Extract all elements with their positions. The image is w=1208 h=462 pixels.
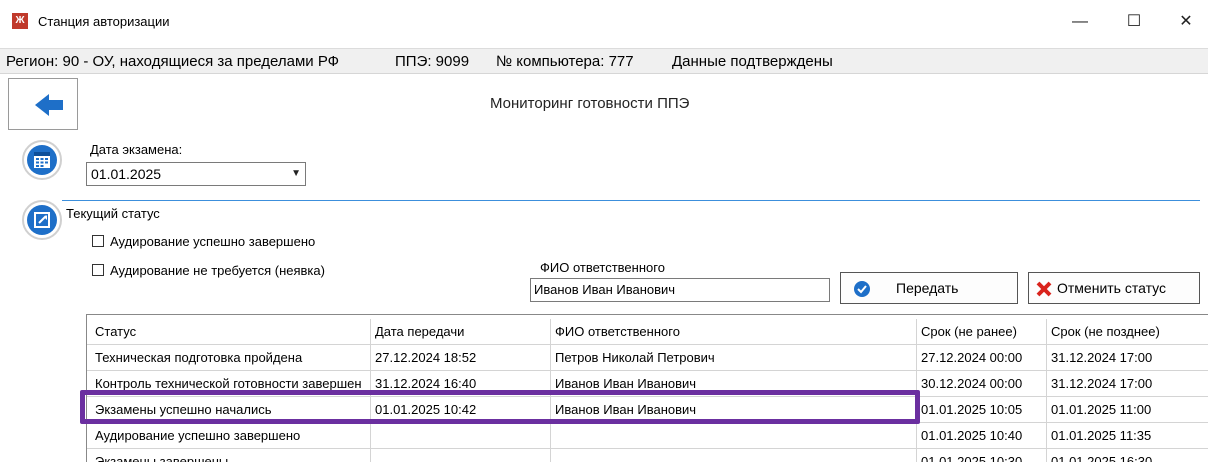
status-transfer-icon [22,200,62,240]
chevron-down-icon[interactable]: ▼ [291,163,301,185]
column-header-not-earlier[interactable]: Срок (не ранее) [917,319,1047,345]
cancel-status-button-label: Отменить статус [1057,280,1167,296]
status-table: Статус Дата передачи ФИО ответственного … [86,314,1208,462]
row-highlight-frame [80,390,920,424]
sent-date-cell [371,423,551,449]
status-cell: Аудирование успешно завершено [91,423,371,449]
table-row[interactable]: Техническая подготовка пройдена 27.12.20… [87,345,1208,371]
listening-completed-label: Аудирование успешно завершено [110,234,316,249]
status-cell: Техническая подготовка пройдена [91,345,371,371]
column-header-not-later[interactable]: Срок (не позднее) [1047,319,1208,345]
sent-date-cell [371,449,551,462]
responsible-cell [551,423,917,449]
not-earlier-cell: 01.01.2025 10:05 [917,397,1047,423]
section-divider [62,200,1200,201]
not-earlier-cell: 01.01.2025 10:30 [917,449,1047,462]
arrow-left-icon [35,94,63,116]
not-later-cell: 01.01.2025 16:30 [1047,449,1208,462]
window-title: Станция авторизации [38,14,170,29]
ppe-text: ППЭ: 9099 [395,53,470,70]
send-button[interactable]: Передать [840,272,1018,304]
table-row[interactable]: Экзамены завершены 01.01.2025 10:30 01.0… [87,449,1208,462]
region-text: Регион: 90 - ОУ, находящиеся за пределам… [6,53,340,70]
minimize-button[interactable]: — [1058,6,1102,38]
cross-icon [1036,281,1052,297]
info-bar: Регион: 90 - ОУ, находящиеся за пределам… [0,48,1208,74]
maximize-button[interactable]: ☐ [1112,6,1156,38]
app-logo-icon: Ж [12,13,28,29]
column-header-responsible[interactable]: ФИО ответственного [551,319,917,345]
sent-date-cell: 27.12.2024 18:52 [371,345,551,371]
table-row[interactable]: Аудирование успешно завершено 01.01.2025… [87,423,1208,449]
not-earlier-cell: 27.12.2024 00:00 [917,345,1047,371]
responsible-input[interactable]: Иванов Иван Иванович [530,278,830,302]
listening-not-required-label: Аудирование не требуется (неявка) [110,263,325,278]
responsible-cell: Петров Николай Петрович [551,345,917,371]
cancel-status-button[interactable]: Отменить статус [1028,272,1200,304]
page-title: Мониторинг готовности ППЭ [490,95,690,112]
data-status-text: Данные подтверждены [672,53,833,70]
not-earlier-cell: 30.12.2024 00:00 [917,371,1047,397]
responsible-label: ФИО ответственного [540,260,665,275]
close-button[interactable]: ✕ [1164,6,1208,38]
exam-date-select[interactable]: 01.01.2025 ▼ [86,162,306,186]
send-button-label: Передать [896,280,959,296]
back-button[interactable] [8,78,78,130]
exam-date-value: 01.01.2025 [91,166,162,182]
column-header-status[interactable]: Статус [91,319,371,345]
status-cell: Экзамены завершены [91,449,371,462]
exam-date-label: Дата экзамена: [90,142,183,157]
table-header-row: Статус Дата передачи ФИО ответственного … [87,319,1208,345]
not-earlier-cell: 01.01.2025 10:40 [917,423,1047,449]
computer-number-text: № компьютера: 777 [496,53,634,70]
check-icon [854,281,870,297]
current-status-label: Текущий статус [66,206,160,221]
not-later-cell: 31.12.2024 17:00 [1047,371,1208,397]
responsible-cell [551,449,917,462]
calendar-icon [22,140,62,180]
listening-not-required-checkbox[interactable] [92,264,104,276]
not-later-cell: 01.01.2025 11:00 [1047,397,1208,423]
not-later-cell: 01.01.2025 11:35 [1047,423,1208,449]
listening-completed-checkbox[interactable] [92,235,104,247]
window-titlebar: Ж Станция авторизации — ☐ ✕ [0,0,1208,44]
column-header-sent-date[interactable]: Дата передачи [371,319,551,345]
not-later-cell: 31.12.2024 17:00 [1047,345,1208,371]
